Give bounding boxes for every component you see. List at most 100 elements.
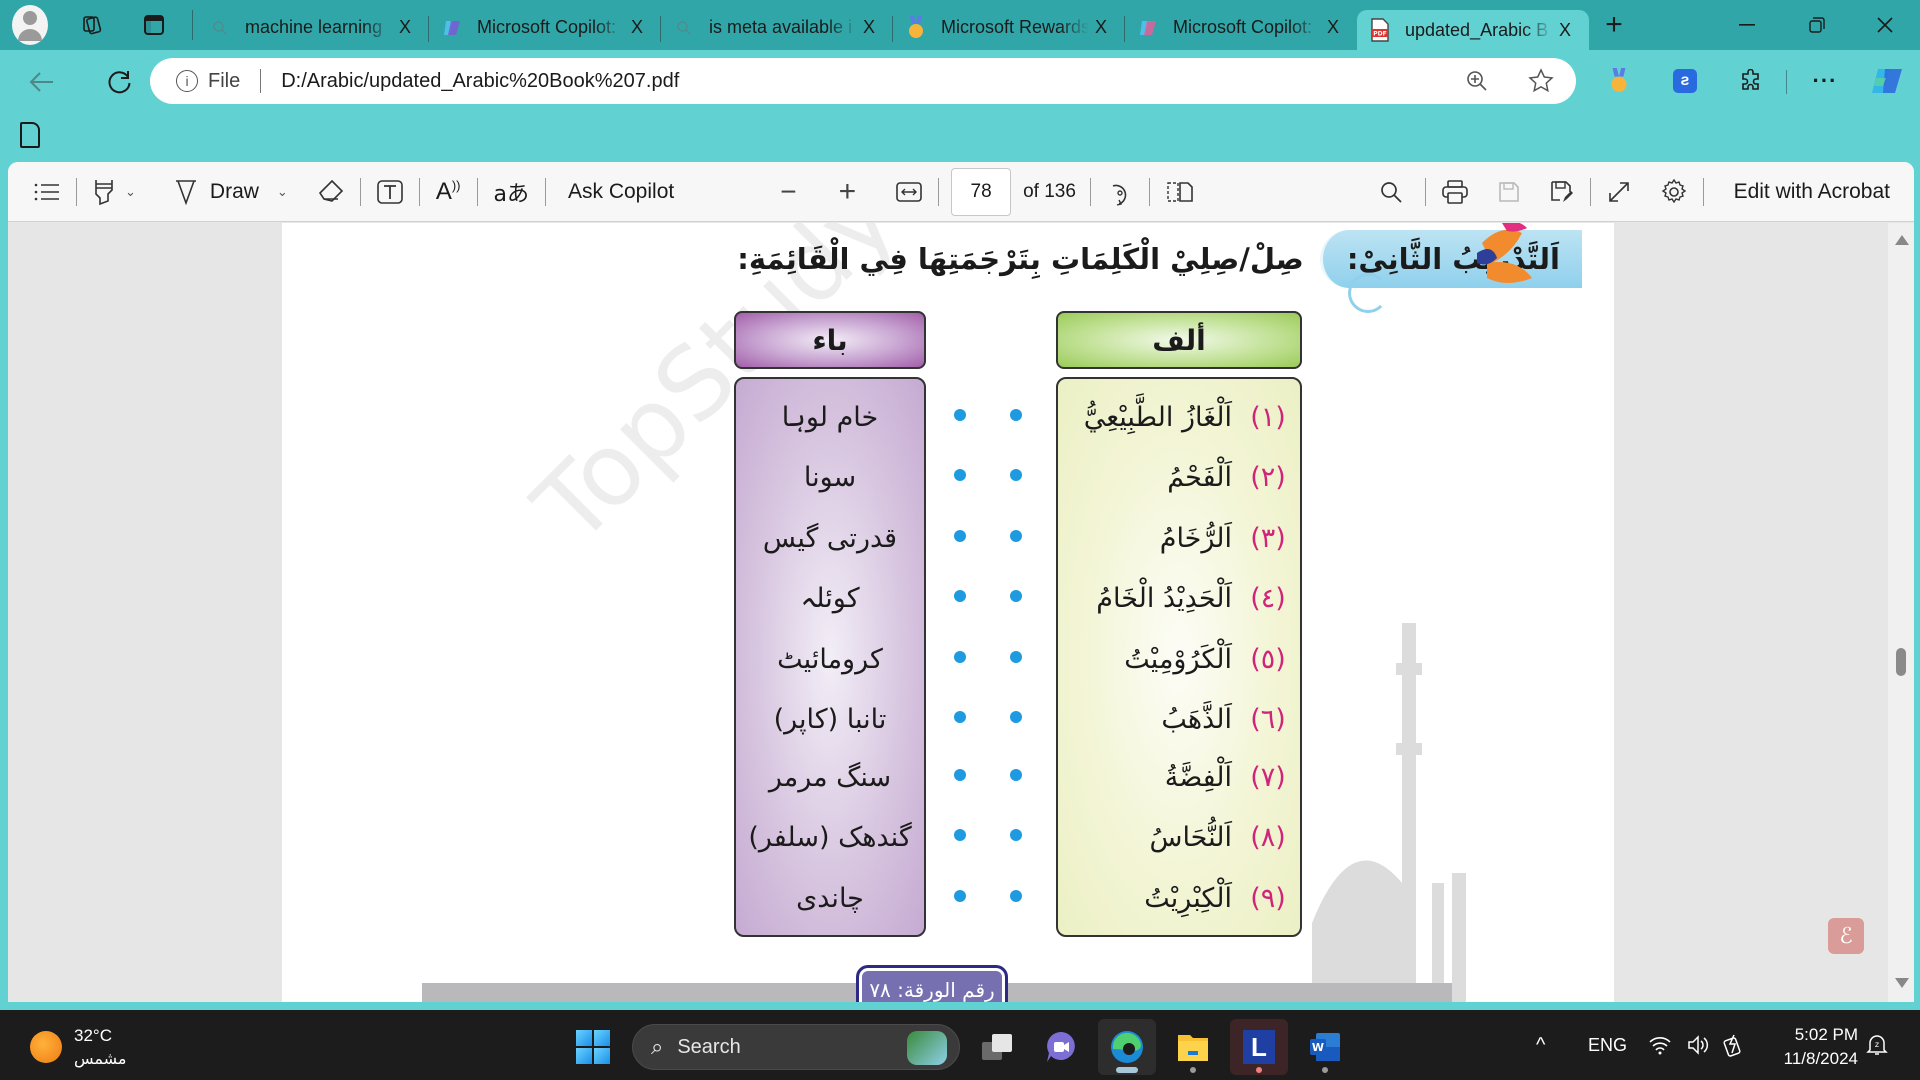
taskbar-task-view[interactable]	[968, 1019, 1026, 1075]
taskbar-word[interactable]: W	[1296, 1019, 1354, 1075]
start-button[interactable]	[576, 1030, 610, 1064]
translate-icon: aあ	[493, 181, 529, 207]
tab-is-meta-available[interactable]: is meta available i X	[661, 8, 893, 48]
tab-label: is meta available i	[709, 17, 853, 37]
fullscreen-button[interactable]	[1597, 172, 1641, 212]
highlighter-icon	[95, 179, 113, 205]
weather-widget[interactable]: 32°C مشمس	[30, 1024, 127, 1070]
vertical-scrollbar[interactable]	[1888, 223, 1914, 1002]
tab-close-button[interactable]: X	[625, 17, 649, 38]
system-clock[interactable]: 5:02 PM 11/8/2024	[1784, 1023, 1858, 1071]
taskbar-file-explorer[interactable]	[1164, 1019, 1222, 1075]
avatar	[12, 5, 48, 45]
restore-icon	[1809, 17, 1825, 33]
save-button[interactable]	[1488, 172, 1530, 212]
address-bar[interactable]: i File D:/Arabic/updated_Arabic%20Book%2…	[150, 58, 1576, 104]
tab-updated-arabic-book[interactable]: PDF updated_Arabic B X	[1357, 10, 1589, 50]
tab-close-button[interactable]: X	[1089, 17, 1113, 38]
scroll-down-icon[interactable]	[1895, 978, 1909, 988]
settings-more-button[interactable]: ···	[1800, 58, 1850, 104]
volume-icon[interactable]	[1686, 1010, 1710, 1080]
erase-button[interactable]	[308, 172, 354, 212]
rotate-button[interactable]	[1097, 172, 1143, 212]
save-as-button[interactable]	[1540, 172, 1584, 212]
match-dot-a	[1010, 469, 1022, 481]
tab-close-button[interactable]: X	[1553, 20, 1577, 41]
extension-button[interactable]: ƨ	[1660, 58, 1710, 104]
search-icon	[1380, 182, 1402, 203]
profile-button[interactable]	[0, 0, 48, 50]
highlight-button[interactable]: ⌄	[83, 172, 146, 212]
chevron-down-icon[interactable]: ⌄	[277, 184, 288, 200]
minimize-button[interactable]	[1712, 0, 1782, 50]
ask-copilot-button[interactable]: Ask Copilot	[558, 172, 684, 212]
zoom-out-button[interactable]: −	[770, 172, 806, 212]
two-page-icon	[1167, 181, 1193, 202]
find-button[interactable]	[1369, 172, 1413, 212]
zoom-in-button[interactable]: +	[829, 172, 867, 212]
copilot-icon	[1872, 69, 1902, 93]
new-tab-button[interactable]: +	[1589, 8, 1639, 42]
info-icon[interactable]: i	[176, 70, 198, 92]
back-button[interactable]	[14, 60, 70, 104]
tab-close-button[interactable]: X	[393, 17, 417, 38]
battery-icon[interactable]	[1722, 1010, 1746, 1080]
taskbar-meet[interactable]	[1032, 1019, 1090, 1075]
navigation-bar: i File D:/Arabic/updated_Arabic%20Book%2…	[0, 50, 1920, 114]
acrobat-button[interactable]: ℰ	[1828, 918, 1864, 954]
wifi-icon[interactable]	[1648, 1010, 1672, 1080]
refresh-button[interactable]	[92, 60, 148, 104]
edit-with-acrobat-button[interactable]: Edit with Acrobat	[1724, 172, 1900, 212]
item-word: اَلْفَحْمُ	[1167, 461, 1232, 493]
print-button[interactable]	[1432, 172, 1478, 212]
workspaces-button[interactable]	[68, 0, 116, 50]
task-view-icon	[982, 1034, 1012, 1060]
taskbar-search[interactable]: ⌕ Search	[632, 1024, 960, 1070]
page-view-button[interactable]	[1156, 172, 1204, 212]
restore-button[interactable]	[1782, 0, 1852, 50]
zoom-in-icon	[1467, 71, 1487, 91]
notifications-button[interactable]: z	[1866, 1010, 1888, 1080]
page-number-input[interactable]: 78	[951, 167, 1012, 216]
read-aloud-button[interactable]: A))	[426, 172, 471, 212]
fit-width-button[interactable]	[886, 172, 932, 212]
zoom-in-page-button[interactable]	[1454, 58, 1500, 104]
favorite-button[interactable]	[1518, 58, 1564, 104]
pdf-settings-button[interactable]	[1651, 172, 1697, 212]
tab-label: Microsoft Copilot:	[477, 17, 617, 37]
draw-button[interactable]: Draw ⌄	[164, 172, 298, 212]
show-hidden-icons-button[interactable]: ^	[1536, 1010, 1545, 1080]
refresh-icon	[108, 71, 131, 94]
extensions-button[interactable]	[1726, 58, 1776, 104]
translate-button[interactable]: aあ	[484, 172, 539, 212]
rewards-button[interactable]	[1594, 58, 1644, 104]
tab-microsoft-rewards[interactable]: Microsoft Rewards X	[893, 8, 1125, 48]
match-dot-a	[1010, 711, 1022, 723]
tab-microsoft-copilot[interactable]: Microsoft Copilot: X	[429, 8, 661, 48]
match-dot-b	[954, 469, 966, 481]
scrollbar-thumb[interactable]	[1896, 648, 1906, 676]
chevron-down-icon[interactable]: ⌄	[125, 184, 136, 200]
close-window-button[interactable]	[1850, 0, 1920, 50]
vertical-tabs-button[interactable]	[130, 0, 178, 50]
contents-button[interactable]	[24, 172, 70, 212]
taskbar-edge[interactable]	[1098, 1019, 1156, 1075]
tab-close-button[interactable]: X	[857, 17, 881, 38]
search-icon	[673, 17, 695, 39]
item-word: اَلْكَرُوْمِيْتُ	[1124, 643, 1232, 675]
taskbar-l-app[interactable]: L	[1230, 1019, 1288, 1075]
document-icon[interactable]	[20, 122, 40, 148]
column-a-item: (٦) اَلذَّهَبُ	[1058, 689, 1300, 749]
read-aloud-icon: A	[435, 177, 452, 205]
add-text-button[interactable]	[367, 172, 413, 212]
tab-microsoft-copilot-2[interactable]: Microsoft Copilot: X	[1125, 8, 1357, 48]
url-text[interactable]: D:/Arabic/updated_Arabic%20Book%207.pdf	[281, 70, 679, 93]
mosque-silhouette-icon	[1312, 623, 1466, 1002]
language-indicator[interactable]: ENG	[1588, 1010, 1627, 1080]
tab-close-button[interactable]: X	[1321, 17, 1345, 38]
swirl-decoration	[1348, 273, 1388, 313]
svg-text:PDF: PDF	[1373, 31, 1386, 38]
tab-machine-learning[interactable]: machine learning X	[197, 8, 429, 48]
copilot-sidebar-button[interactable]	[1862, 58, 1912, 104]
scroll-up-icon[interactable]	[1895, 235, 1909, 245]
